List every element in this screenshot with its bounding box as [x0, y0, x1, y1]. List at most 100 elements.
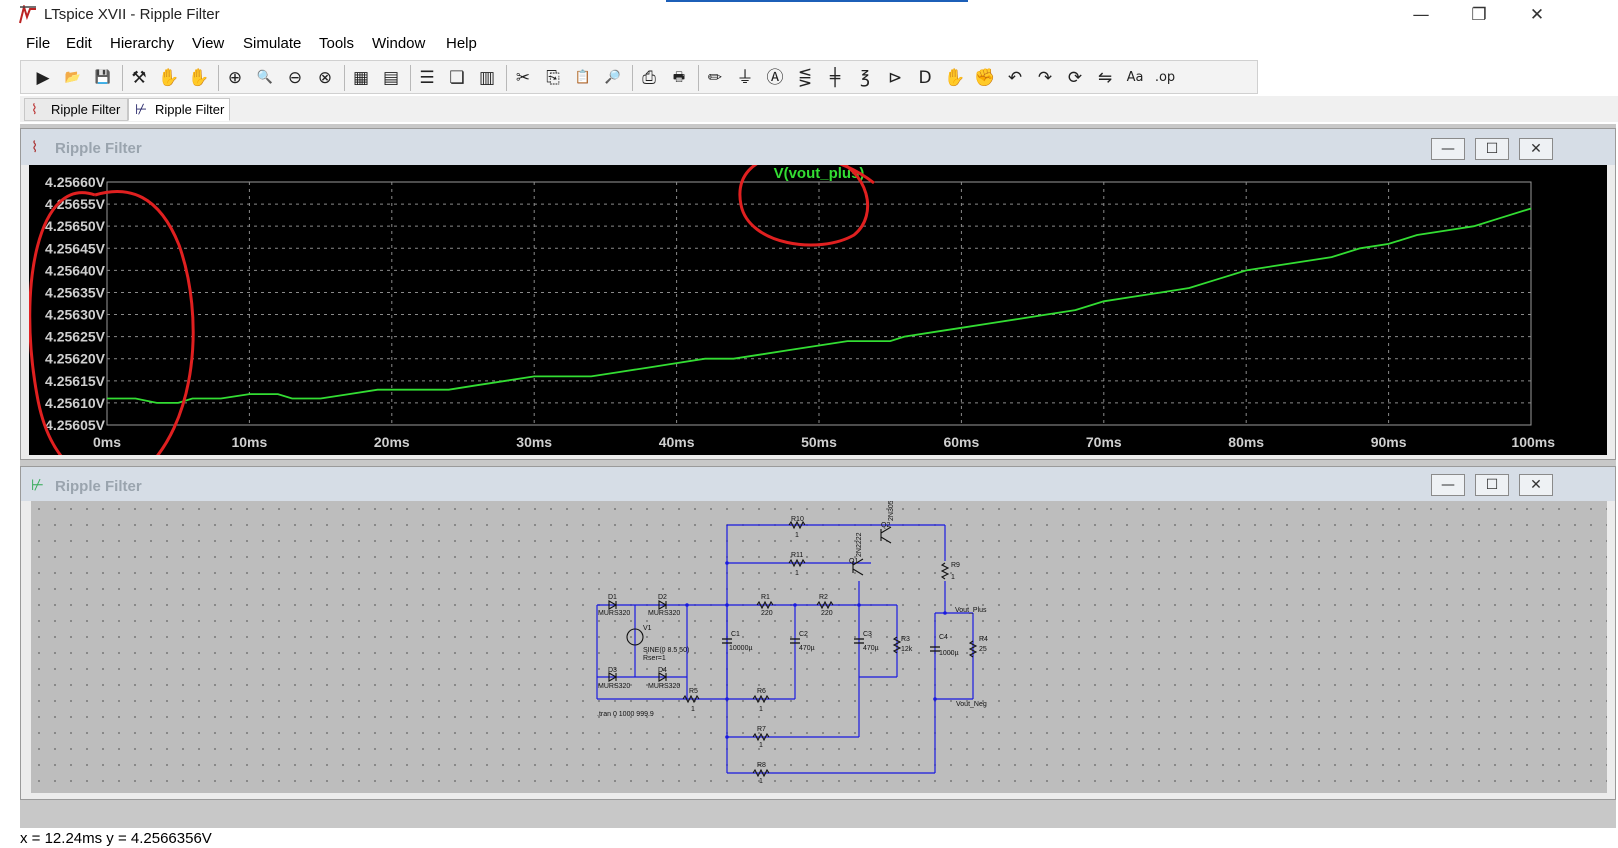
- paste-icon[interactable]: 📋: [571, 66, 595, 90]
- menu-window[interactable]: Window: [372, 35, 425, 52]
- waveform-maximize-button[interactable]: ☐: [1475, 138, 1509, 160]
- schematic-drawing[interactable]: R101R111Q22N3055Q12N2222R91D1MURS320D2MU…: [31, 496, 1607, 793]
- save-icon[interactable]: 💾: [91, 66, 115, 90]
- menu-edit[interactable]: Edit: [66, 35, 92, 52]
- schematic-label[interactable]: Vout_Plus: [955, 607, 987, 614]
- schematic-label[interactable]: V1: [643, 625, 652, 632]
- schematic-label[interactable]: D4: [658, 667, 667, 674]
- halt-icon[interactable]: ✋: [157, 66, 181, 90]
- undo-icon[interactable]: ↶: [1003, 66, 1027, 90]
- zoom-in-icon[interactable]: ⊕: [223, 66, 247, 90]
- schematic-minimize-button[interactable]: —: [1431, 474, 1465, 496]
- find-icon[interactable]: 🔎: [601, 66, 625, 90]
- schematic-label[interactable]: R8: [757, 762, 766, 769]
- waveform-close-button[interactable]: ✕: [1519, 138, 1553, 160]
- schematic-label[interactable]: R11: [791, 552, 803, 559]
- wire-icon[interactable]: ✏: [703, 66, 727, 90]
- schematic-label[interactable]: 1: [795, 570, 799, 577]
- schematic-label[interactable]: D2: [658, 594, 667, 601]
- schematic-canvas[interactable]: R10 1 R11 1 Q2 2N3055 Q1 2N2222 R9 1 D1 MURS320 D2 MU…: [31, 496, 1607, 793]
- schematic-label[interactable]: C3: [863, 631, 872, 638]
- schematic-label[interactable]: D3: [608, 667, 617, 674]
- mirror-icon[interactable]: ⇋: [1093, 66, 1117, 90]
- schematic-label[interactable]: MURS320: [648, 610, 680, 617]
- schematic-label[interactable]: C2: [799, 631, 808, 638]
- schematic-label[interactable]: R1: [761, 594, 770, 601]
- inductor-icon[interactable]: ℥: [853, 66, 877, 90]
- waveform-chart[interactable]: 0ms 10ms 20ms 30ms 40ms 50ms 60ms 70ms 80ms 90ms 1…: [28, 153, 1607, 483]
- schematic-label[interactable]: 1: [759, 706, 763, 713]
- schematic-label[interactable]: MURS320: [598, 683, 630, 690]
- schematic-label[interactable]: 470µ: [799, 645, 815, 652]
- zoom-out-icon[interactable]: ⊖: [283, 66, 307, 90]
- menu-tools[interactable]: Tools: [319, 35, 354, 52]
- resistor-icon[interactable]: ⋚: [793, 66, 817, 90]
- schematic-label[interactable]: 1: [759, 778, 763, 785]
- control-panel-icon[interactable]: ⚒: [127, 66, 151, 90]
- pan-icon[interactable]: ✋: [187, 66, 211, 90]
- schematic-label[interactable]: D1: [608, 594, 617, 601]
- schematic-label[interactable]: 1: [691, 706, 695, 713]
- menu-file[interactable]: File: [26, 35, 50, 52]
- schematic-label[interactable]: 470µ: [863, 645, 879, 652]
- schematic-label[interactable]: 12k: [901, 646, 913, 653]
- schematic-label[interactable]: C1: [731, 631, 740, 638]
- schematic-label[interactable]: R5: [689, 688, 698, 695]
- menu-help[interactable]: Help: [446, 35, 477, 52]
- schematic-label[interactable]: R9: [951, 562, 960, 569]
- tile-vertical-icon[interactable]: ▥: [475, 66, 499, 90]
- tab-waveform[interactable]: ⌇ Ripple Filter: [24, 98, 128, 121]
- schematic-label[interactable]: 1: [951, 574, 955, 581]
- schematic-label[interactable]: 10000µ: [729, 645, 753, 652]
- schematic-label[interactable]: 220: [821, 610, 833, 617]
- schematic-label[interactable]: MURS320: [598, 610, 630, 617]
- rotate-icon[interactable]: ⟳: [1063, 66, 1087, 90]
- text-icon[interactable]: Aa: [1123, 66, 1147, 90]
- schematic-label[interactable]: 2N2222: [856, 532, 863, 557]
- component-icon[interactable]: D: [913, 66, 937, 90]
- label-net-icon[interactable]: Ⓐ: [763, 66, 787, 90]
- schematic-label[interactable]: SINE(0 8.5 50): [643, 647, 689, 654]
- schematic-maximize-button[interactable]: ☐: [1475, 474, 1509, 496]
- capacitor-icon[interactable]: ╪: [823, 66, 847, 90]
- menu-view[interactable]: View: [192, 35, 224, 52]
- copy-icon[interactable]: ⎘: [541, 66, 565, 90]
- restore-window-button[interactable]: ❐: [1456, 2, 1502, 28]
- schematic-label[interactable]: C4: [939, 634, 948, 641]
- open-folder-icon[interactable]: 📂: [61, 66, 85, 90]
- waveform-plot-area[interactable]: 0ms 10ms 20ms 30ms 40ms 50ms 60ms 70ms 80ms 90ms 1…: [28, 153, 1607, 483]
- schematic-label[interactable]: MURS320: [648, 683, 680, 690]
- redo-icon[interactable]: ↷: [1033, 66, 1057, 90]
- schematic-close-button[interactable]: ✕: [1519, 474, 1553, 496]
- schematic-label[interactable]: 220: [761, 610, 773, 617]
- schematic-label[interactable]: 25: [979, 646, 987, 653]
- cascade-icon[interactable]: ❏: [445, 66, 469, 90]
- autorange-icon[interactable]: ▦: [349, 66, 373, 90]
- schematic-label[interactable]: 1: [795, 532, 799, 539]
- zoom-area-icon[interactable]: 🔍: [253, 66, 277, 90]
- tab-schematic[interactable]: ⊬ Ripple Filter: [128, 98, 230, 121]
- schematic-label[interactable]: Vout_Neg: [956, 701, 987, 708]
- cut-icon[interactable]: ✂: [511, 66, 535, 90]
- drag-icon[interactable]: ✊: [973, 66, 997, 90]
- minimize-window-button[interactable]: —: [1398, 2, 1444, 28]
- close-window-button[interactable]: ✕: [1514, 2, 1560, 28]
- schematic-label[interactable]: R4: [979, 636, 988, 643]
- transistor-symbol[interactable]: [880, 526, 892, 544]
- schematic-label[interactable]: 1: [759, 742, 763, 749]
- schematic-window-titlebar[interactable]: ⊬ Ripple Filter — ☐ ✕: [21, 467, 1615, 501]
- schematic-label[interactable]: R7: [757, 726, 766, 733]
- waveform-minimize-button[interactable]: —: [1431, 138, 1465, 160]
- ground-icon[interactable]: ⏚: [733, 66, 757, 90]
- waveform-window-titlebar[interactable]: ⌇ Ripple Filter — ☐ ✕: [21, 129, 1615, 165]
- schematic-label[interactable]: R10: [791, 516, 804, 523]
- run-icon[interactable]: ▶: [31, 66, 55, 90]
- tile-horizontal-icon[interactable]: ☰: [415, 66, 439, 90]
- schematic-label[interactable]: R6: [757, 688, 766, 695]
- fit-icon[interactable]: ▤: [379, 66, 403, 90]
- menu-hierarchy[interactable]: Hierarchy: [110, 35, 174, 52]
- schematic-label[interactable]: Q2: [881, 522, 890, 529]
- schematic-label[interactable]: .tran 0 1000 999.9: [597, 711, 654, 718]
- move-icon[interactable]: ✋: [943, 66, 967, 90]
- schematic-label[interactable]: Rser=1: [643, 655, 666, 662]
